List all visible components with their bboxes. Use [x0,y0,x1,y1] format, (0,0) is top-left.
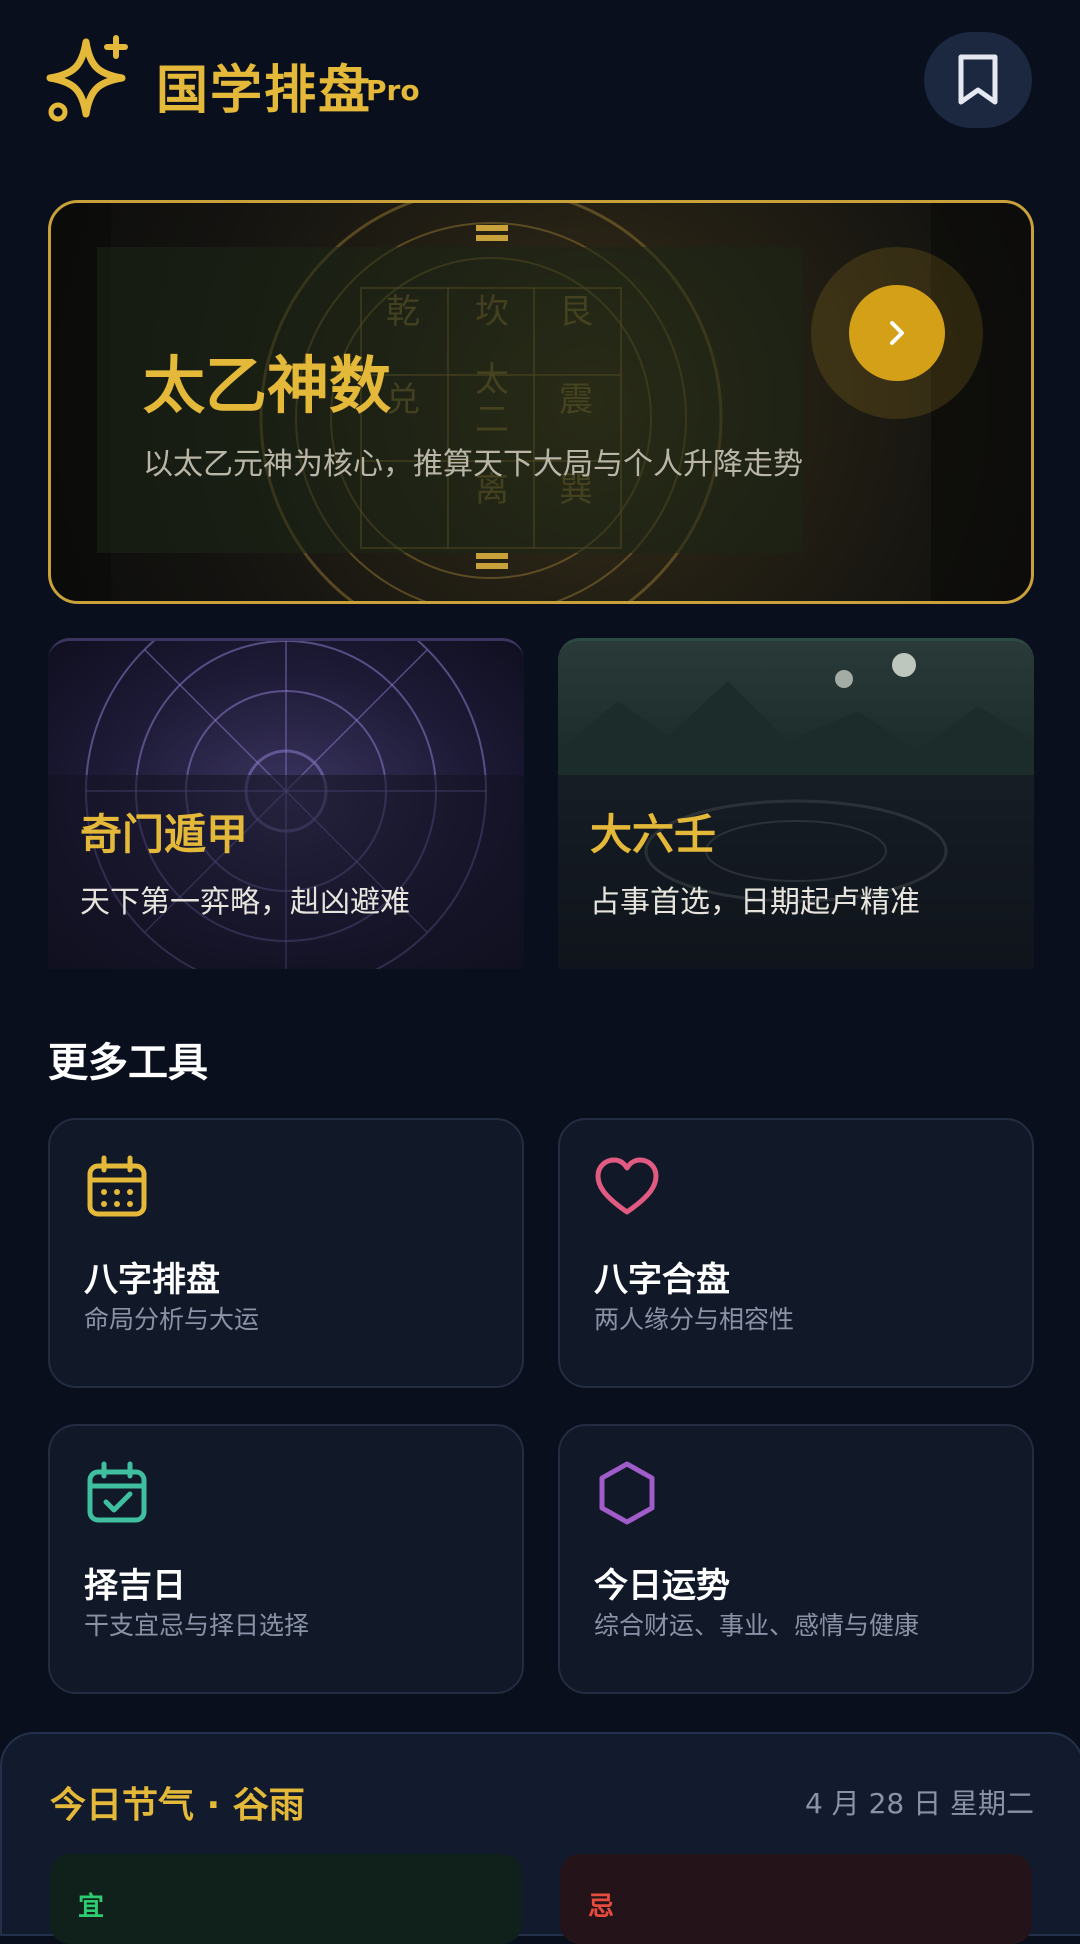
calendar-icon [87,1155,147,1217]
tool-daily-fortune[interactable]: 今日运势 综合财运、事业、感情与健康 [558,1424,1034,1694]
chevron-right-icon [890,321,904,345]
hero-subtitle: 以太乙元神为核心，推算天下大局与个人升降走势 [143,447,803,482]
tool-desc: 两人缘分与相容性 [594,1305,795,1334]
qimen-title: 奇门遁甲 [80,810,249,859]
calendar-check-icon [87,1461,147,1523]
bookmark-button[interactable] [924,32,1032,128]
hero-title: 太乙神数 [143,349,392,422]
bookmark-icon [958,54,998,105]
tool-name: 今日运势 [594,1566,730,1606]
tool-bazi-match[interactable]: 八字合盘 两人缘分与相容性 [558,1118,1034,1388]
app-title: 国学排盘 [156,61,373,121]
ji-box: 忌 [560,1854,1032,1944]
hexagon-icon [599,1461,655,1525]
hero-go-button[interactable] [849,285,945,381]
tool-desc: 干支宜忌与择日选择 [84,1611,310,1640]
tool-desc: 命局分析与大运 [84,1305,260,1334]
tool-name: 八字排盘 [84,1260,220,1300]
today-date: 4 月 28 日 星期二 [804,1787,1034,1820]
qimen-subtitle: 天下第一弈略，赳凶避难 [80,885,410,920]
more-tools-heading: 更多工具 [48,1040,208,1086]
tool-bazi-chart[interactable]: 八字排盘 命局分析与大运 [48,1118,524,1388]
yi-box: 宜 [50,1854,522,1944]
tool-auspicious-day[interactable]: 择吉日 干支宜忌与择日选择 [48,1424,524,1694]
liuren-subtitle: 占事首选，日期起卢精准 [590,885,920,920]
tool-name: 择吉日 [84,1566,186,1606]
ji-label: 忌 [588,1892,615,1922]
today-solar-term-panel: 今日节气 · 谷雨 4 月 28 日 星期二 宜 忌 [0,1732,1080,1944]
tool-name: 八字合盘 [594,1260,730,1300]
heart-icon [595,1157,659,1215]
sparkle-icon [46,34,134,124]
taiyi-hero-card[interactable]: 乾 坎 艮 兑 太 二 震 离 巽 太乙神数 以太乙元神为核心，推算天下大局与个… [48,200,1034,604]
liuren-title: 大六壬 [590,810,717,859]
qimen-card[interactable]: 奇门遁甲 天下第一弈略，赳凶避难 [48,638,524,969]
pro-badge: Pro [366,74,420,107]
tool-desc: 综合财运、事业、感情与健康 [594,1611,920,1640]
solar-term-title: 今日节气 · 谷雨 [50,1785,305,1826]
yi-label: 宜 [78,1892,105,1922]
liuren-card[interactable]: 大六壬 占事首选，日期起卢精准 [558,638,1034,969]
